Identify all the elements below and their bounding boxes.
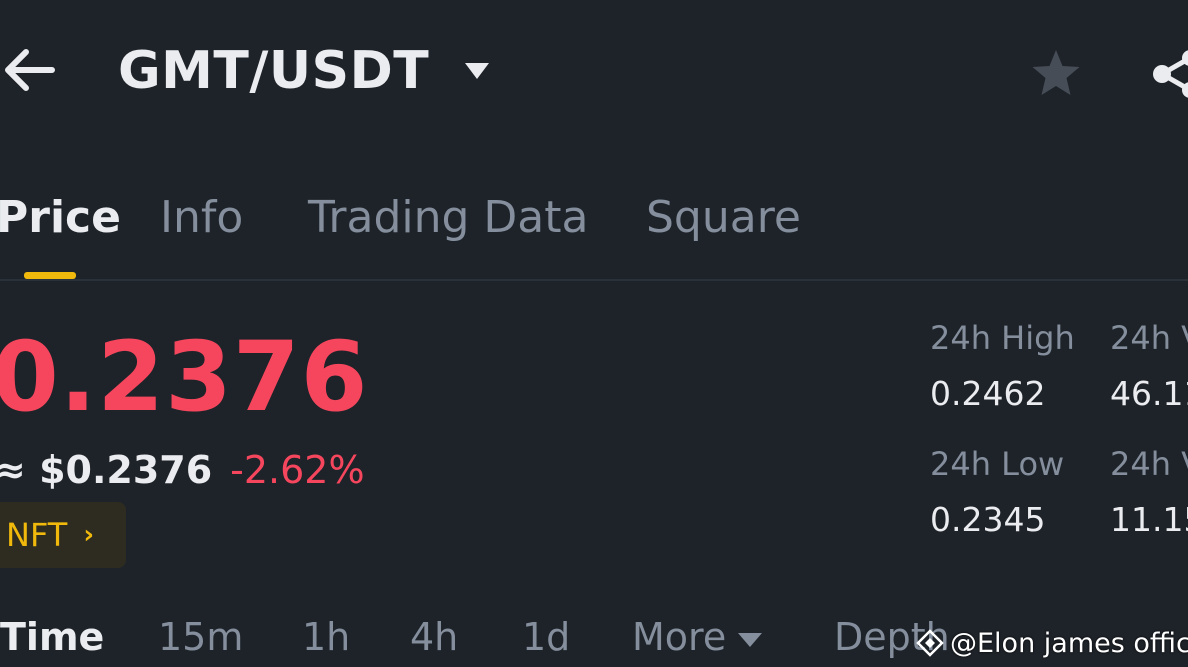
interval-1h[interactable]: 1h xyxy=(302,612,350,662)
stat-volume-value: 46.11 xyxy=(1110,374,1188,413)
fiat-price-row: ≈ $0.2376 -2.62% xyxy=(0,446,365,494)
active-tab-indicator xyxy=(24,272,76,279)
last-price: 0.2376 xyxy=(0,321,369,433)
interval-time[interactable]: Time xyxy=(0,612,104,662)
price-change-percent: -2.62% xyxy=(230,448,365,492)
nft-badge[interactable]: NFT › xyxy=(0,502,126,568)
share-button[interactable] xyxy=(1150,46,1188,102)
tab-trading-data[interactable]: Trading Data xyxy=(308,186,588,250)
caret-down-icon xyxy=(465,63,490,79)
pair-title: GMT/USDT xyxy=(118,41,430,101)
back-button[interactable] xyxy=(0,44,58,96)
interval-more-label: More xyxy=(632,615,727,659)
chevron-right-icon: › xyxy=(83,520,95,550)
watermark: @Elon james official xyxy=(916,624,1188,662)
tab-divider xyxy=(0,279,1188,281)
tab-info[interactable]: Info xyxy=(160,186,243,250)
arrow-left-icon xyxy=(5,49,55,91)
stat-high-label: 24h High xyxy=(930,319,1075,357)
pair-selector[interactable]: GMT/USDT xyxy=(118,38,491,104)
stat-low-value: 0.2345 xyxy=(930,500,1046,539)
fiat-price: ≈ $0.2376 xyxy=(0,448,213,492)
star-icon xyxy=(1032,50,1080,95)
stat-volume-label: 24h V xyxy=(1110,319,1188,357)
tab-price[interactable]: Price xyxy=(0,186,121,250)
nft-label: NFT xyxy=(6,516,68,554)
stat-volume-quote-label: 24h V xyxy=(1110,445,1188,483)
stat-low-label: 24h Low xyxy=(930,445,1065,483)
favorite-button[interactable] xyxy=(1028,46,1084,102)
diamond-logo-icon xyxy=(916,629,944,657)
interval-15m[interactable]: 15m xyxy=(158,612,243,662)
interval-1d[interactable]: 1d xyxy=(522,612,570,662)
tab-square[interactable]: Square xyxy=(646,186,801,250)
trading-pair-screen: GMT/USDT Price Info Trading Data Square … xyxy=(0,0,1188,667)
watermark-text: @Elon james official xyxy=(950,627,1188,659)
stat-volume-quote-value: 11.15 xyxy=(1110,500,1188,539)
stat-high-value: 0.2462 xyxy=(930,374,1046,413)
interval-more[interactable]: More xyxy=(632,612,764,662)
share-icon xyxy=(1153,50,1188,98)
caret-down-icon xyxy=(738,632,763,647)
interval-4h[interactable]: 4h xyxy=(410,612,458,662)
